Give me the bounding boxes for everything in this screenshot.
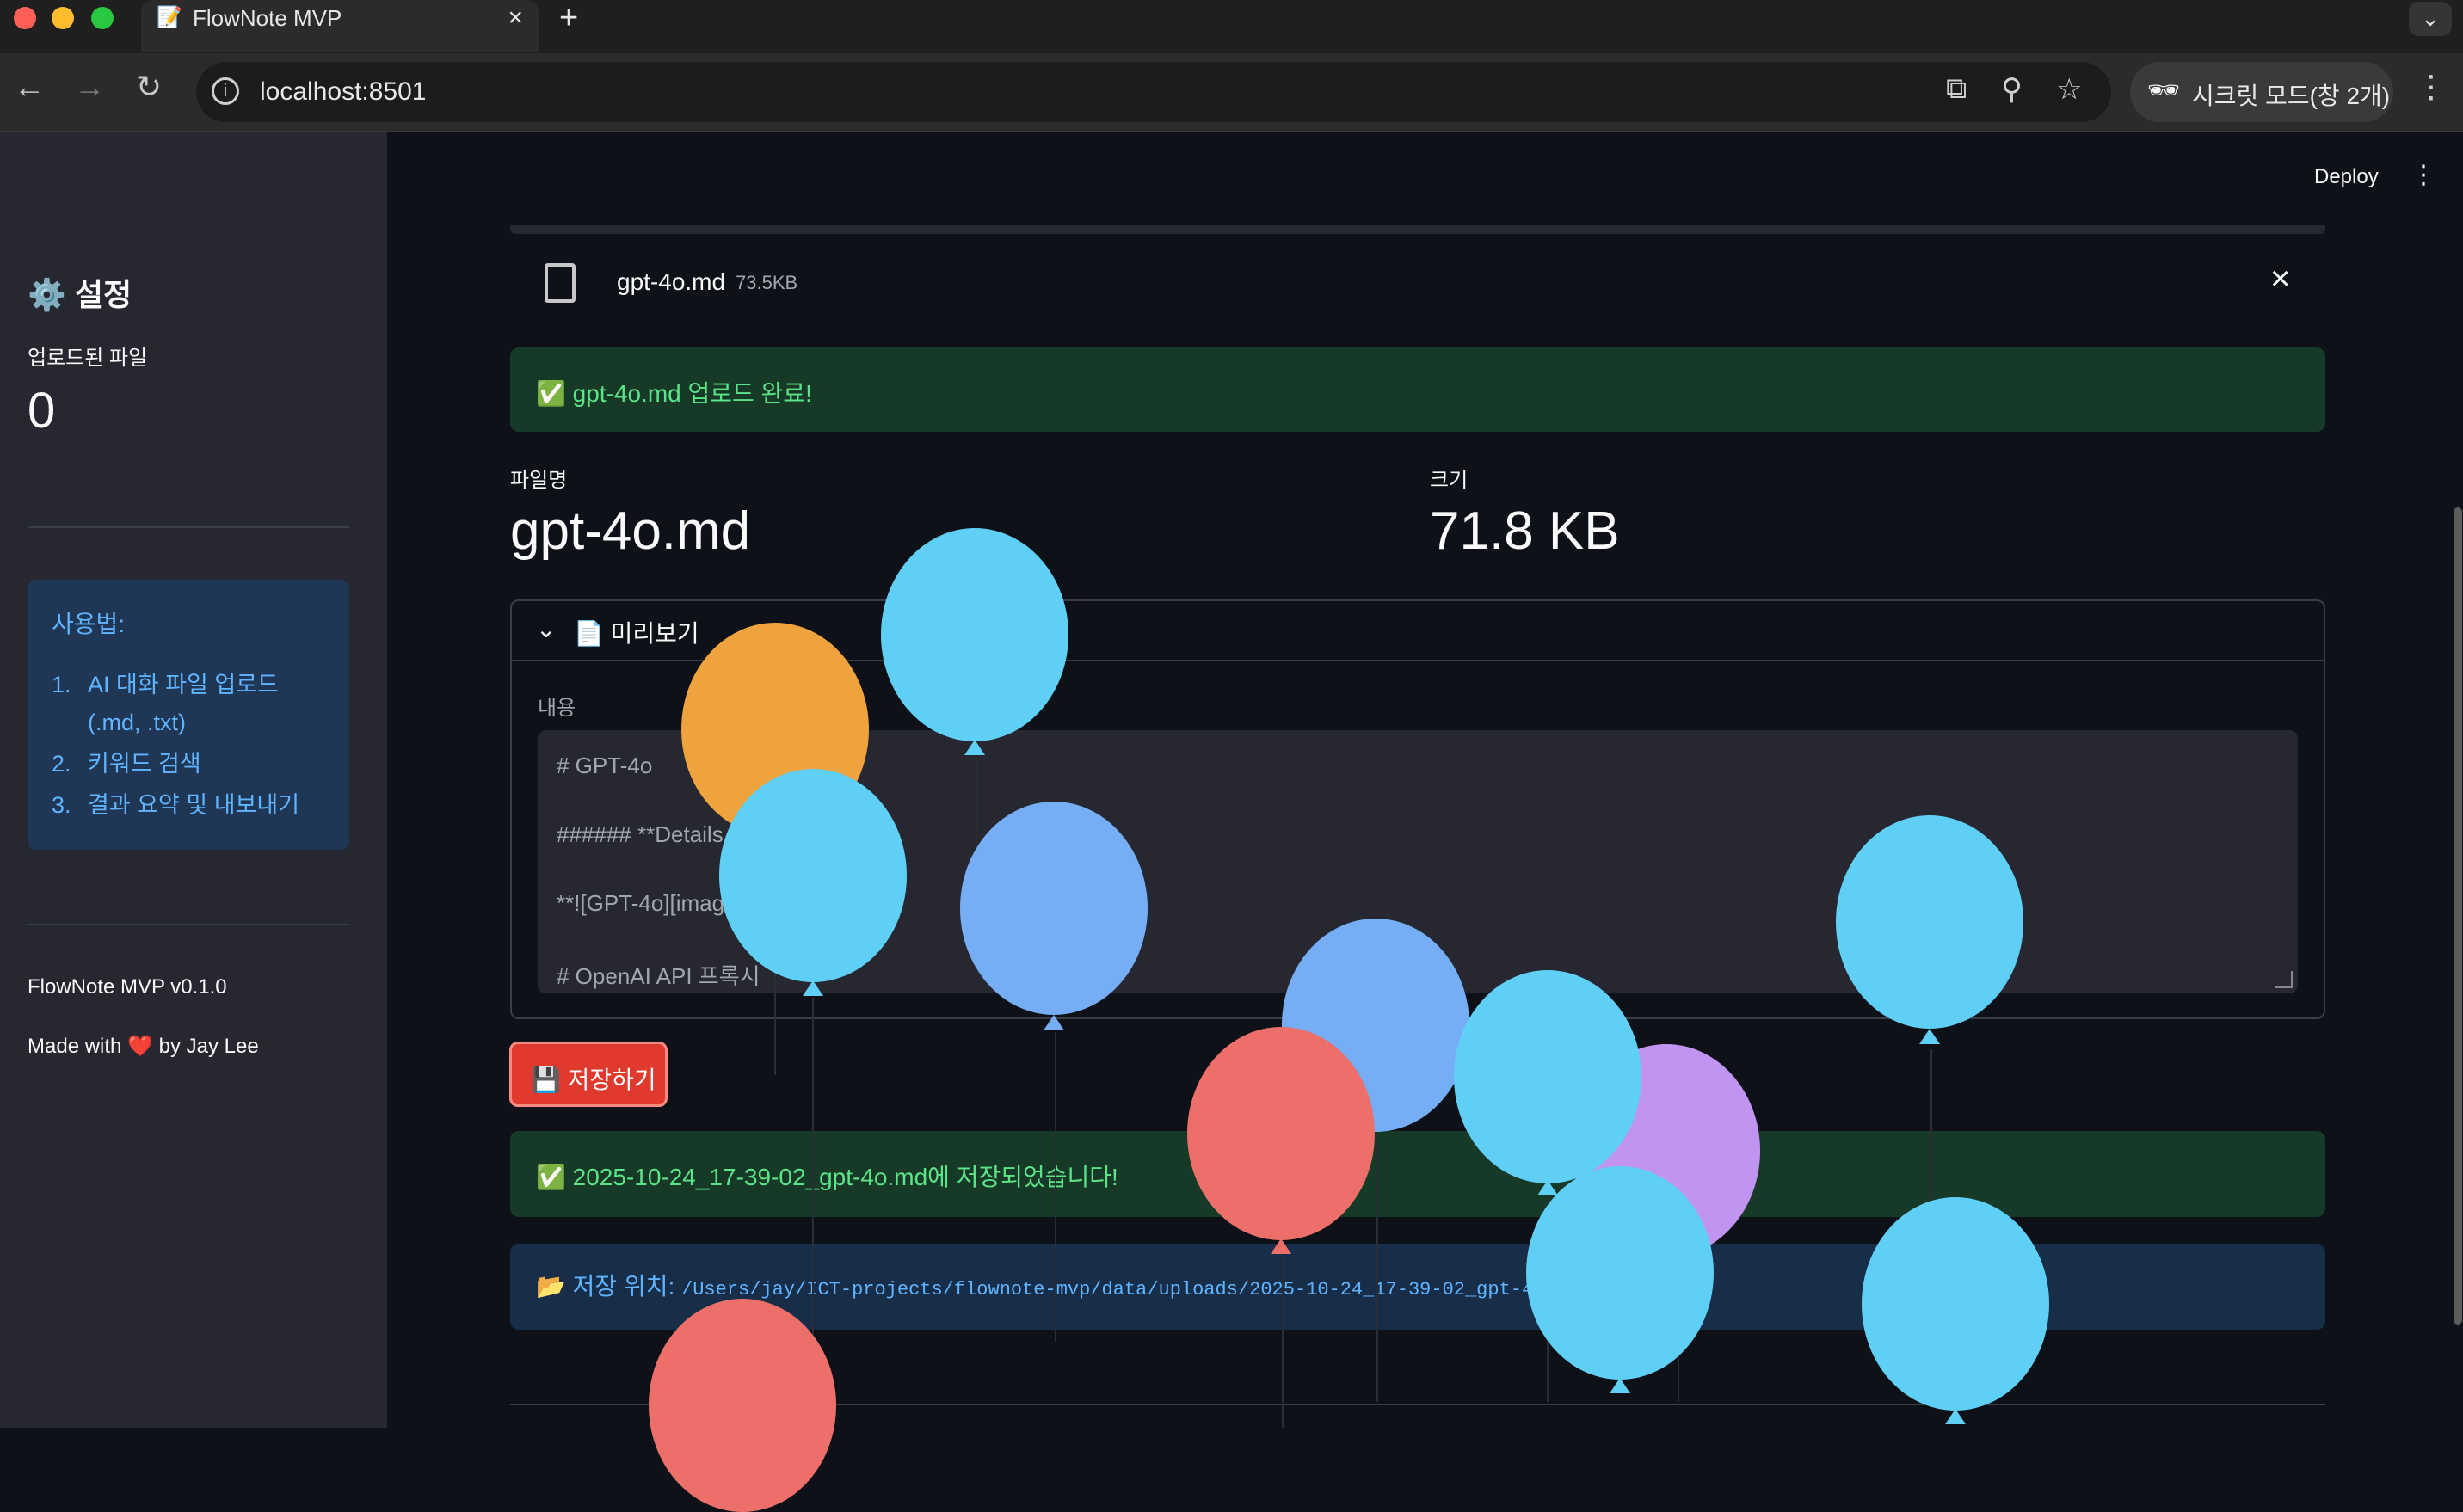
file-icon: [545, 263, 576, 303]
usage-item: 3. 결과 요약 및 내보내기: [52, 792, 300, 818]
browser-tab[interactable]: 📝 FlowNote MVP ×: [141, 0, 539, 52]
address-bar[interactable]: i localhost:8501 ⧉ ⚲ ☆: [196, 62, 2111, 122]
balloon-knot: [1044, 1015, 1064, 1030]
sidebar-title: ⚙️ 설정: [28, 277, 132, 312]
uploaded-file-size: 73.5KB: [736, 272, 798, 293]
sidebar: ⚙️ 설정 업로드된 파일 0 사용법: 1. AI 대화 파일 업로드 (.md,…: [0, 132, 387, 1428]
balloon-knot: [1610, 1378, 1630, 1393]
balloon-knot: [1537, 1180, 1558, 1195]
balloon-red: [649, 1299, 836, 1512]
sidebar-divider: [28, 526, 349, 528]
maximize-window-button[interactable]: [91, 7, 114, 29]
balloon-string: [812, 998, 814, 1342]
textarea-line: # OpenAI API 프록시: [557, 963, 760, 989]
save-location-path: /Users/jay/ICT-projects/flownote-mvp/dat…: [681, 1279, 1567, 1300]
translate-icon[interactable]: ⧉: [1946, 72, 1967, 106]
size-metric-label: 크기: [1430, 469, 1469, 492]
balloon-cyan: [1862, 1197, 2049, 1411]
filename-metric-value: gpt-4o.md: [510, 501, 751, 561]
balloon-knot: [1919, 1029, 1940, 1044]
save-button-label: 💾 저장하기: [531, 1066, 656, 1093]
browser-tab-bar: 📝 FlowNote MVP × + ⌄: [0, 0, 2463, 53]
balloon-knot: [803, 980, 823, 996]
zoom-icon[interactable]: ⚲: [2001, 72, 2023, 107]
save-success-text: ✅ 2025-10-24_17-39-02_gpt-4o.md에 저장되었습니다…: [536, 1164, 1118, 1190]
save-button[interactable]: 💾 저장하기: [509, 1042, 668, 1107]
balloon-knot: [1945, 1409, 1966, 1424]
uploaded-files-count: 0: [28, 383, 56, 439]
chevron-down-icon[interactable]: ⌄: [536, 615, 556, 643]
incognito-badge[interactable]: 🕶 시크릿 모드(창 2개): [2130, 62, 2393, 122]
balloon-knot: [964, 740, 985, 755]
usage-title: 사용법:: [52, 611, 126, 637]
balloon-string: [1282, 1256, 1284, 1428]
menu-dots-icon[interactable]: ⋮: [2416, 69, 2447, 105]
upload-success-alert: ✅ gpt-4o.md 업로드 완료!: [510, 347, 2325, 432]
balloon-knot: [1271, 1238, 1291, 1254]
textarea-line: **![GPT-4o][imag: [557, 890, 725, 916]
version-text: FlowNote MVP v0.1.0: [28, 975, 227, 999]
textarea-line: # GPT-4o: [557, 753, 653, 778]
uploaded-file-row: gpt-4o.md 73.5KB ×: [510, 249, 2325, 318]
tab-list-chevron-icon[interactable]: ⌄: [2409, 2, 2452, 36]
balloon-red: [1187, 1027, 1375, 1240]
preview-title: 📄 미리보기: [574, 620, 699, 647]
star-icon[interactable]: ☆: [2056, 72, 2082, 107]
save-success-alert: ✅ 2025-10-24_17-39-02_gpt-4o.md에 저장되었습니다…: [510, 1131, 2325, 1217]
tab-close-icon[interactable]: ×: [508, 3, 523, 33]
deploy-button[interactable]: Deploy: [2314, 165, 2379, 189]
balloon-string: [1055, 1032, 1056, 1342]
balloon-cyan: [1454, 970, 1641, 1183]
balloon-cyan: [719, 769, 907, 982]
size-metric-value: 71.8 KB: [1430, 501, 1620, 561]
url-text[interactable]: localhost:8501: [260, 77, 426, 107]
balloon-blue: [960, 802, 1148, 1015]
sidebar-divider: [28, 924, 349, 925]
minimize-window-button[interactable]: [52, 7, 74, 29]
tab-title: FlowNote MVP: [193, 5, 342, 31]
usage-item: 1. AI 대화 파일 업로드 (.md, .txt): [52, 672, 279, 735]
usage-info-box: 사용법: 1. AI 대화 파일 업로드 (.md, .txt) 2. 키워드 검색 …: [28, 580, 349, 850]
usage-list: 1. AI 대화 파일 업로드 (.md, .txt) 2. 키워드 검색 3. 결과 …: [52, 666, 299, 824]
remove-file-icon[interactable]: ×: [2270, 260, 2290, 298]
save-location-label: 📂 저장 위치:: [536, 1273, 675, 1300]
uploaded-files-label: 업로드된 파일: [28, 347, 148, 370]
balloon-cyan: [881, 528, 1068, 741]
credits-text: Made with ❤️ by Jay Lee: [28, 1035, 259, 1058]
browser-toolbar: ← → ↻ i localhost:8501 ⧉ ⚲ ☆ 🕶 시크릿 모드(창 …: [0, 53, 2463, 132]
balloon-cyan: [1526, 1166, 1714, 1380]
textarea-line: ###### **Details: [557, 821, 724, 847]
forward-arrow-icon[interactable]: →: [74, 69, 105, 105]
content-label: 내용: [538, 697, 576, 720]
back-arrow-icon[interactable]: ←: [14, 69, 45, 105]
upload-success-text: ✅ gpt-4o.md 업로드 완료!: [536, 380, 812, 407]
uploaded-file-name: gpt-4o.md: [617, 268, 726, 295]
app-menu-icon[interactable]: ⋮: [2411, 160, 2436, 190]
reload-icon[interactable]: ↻: [136, 69, 162, 105]
new-tab-button[interactable]: +: [559, 0, 578, 37]
favicon-icon: 📝: [157, 6, 182, 29]
resize-handle-icon[interactable]: [2275, 971, 2293, 988]
filename-metric-label: 파일명: [510, 469, 568, 492]
incognito-icon: 🕶: [2147, 77, 2181, 105]
incognito-label: 시크릿 모드(창 2개): [2192, 83, 2391, 109]
balloon-string: [1376, 1144, 1378, 1402]
scrollbar[interactable]: [2454, 507, 2462, 1325]
balloon-cyan: [1836, 815, 2023, 1029]
close-window-button[interactable]: [14, 7, 36, 29]
info-icon[interactable]: i: [212, 77, 239, 105]
uploader-dropzone-edge: [510, 225, 2325, 234]
usage-item: 2. 키워드 검색: [52, 751, 201, 777]
